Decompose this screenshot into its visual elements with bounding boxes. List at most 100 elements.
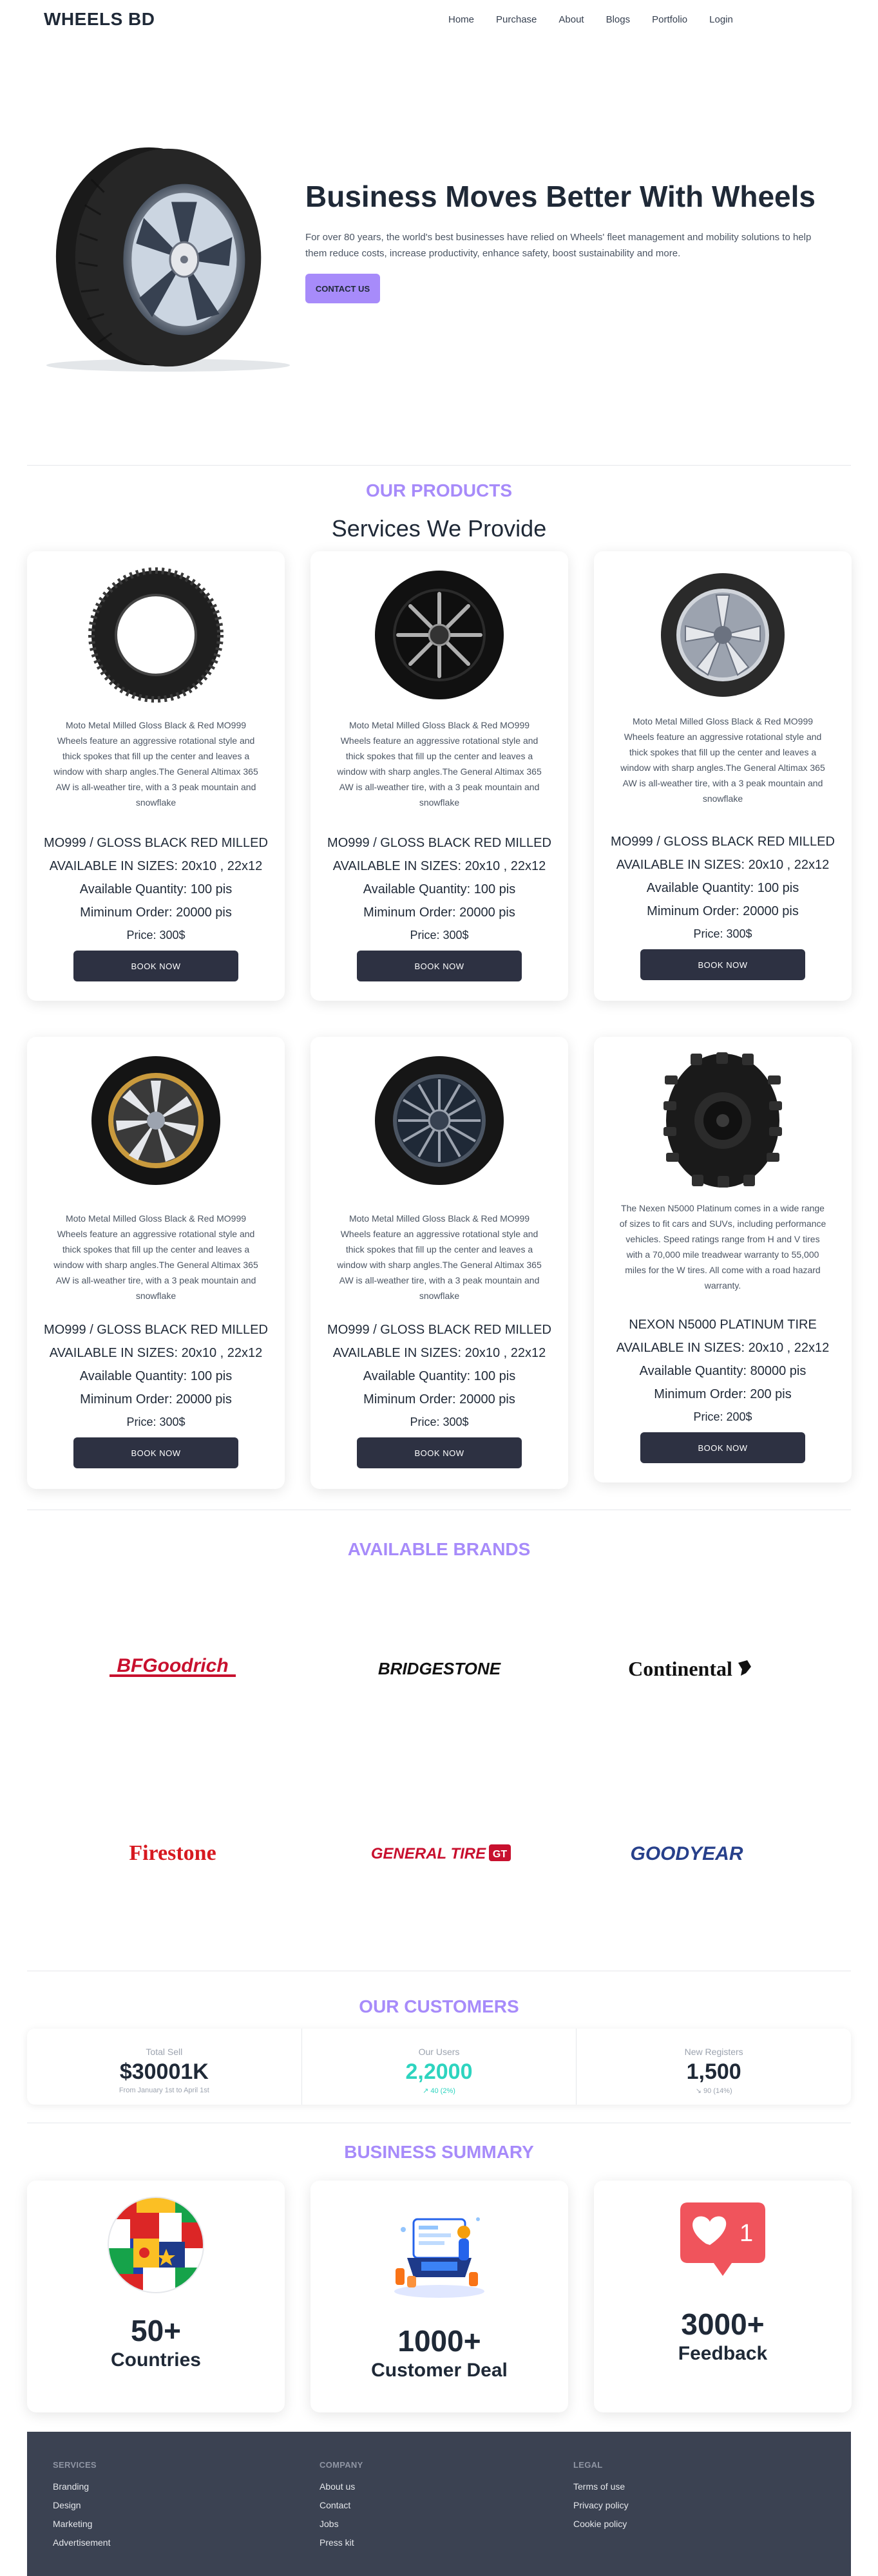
footer-title: COMPANY xyxy=(320,2460,363,2470)
product-quantity: Available Quantity: 100 pis xyxy=(363,1369,516,1383)
goodyear-logo: GOODYEAR xyxy=(630,1843,743,1864)
brand-logo-continental: Continental xyxy=(609,1649,764,1687)
summary-number: 1000+ xyxy=(397,2324,481,2358)
product-quantity: Available Quantity: 100 pis xyxy=(79,882,233,896)
book-now-button[interactable]: BOOK NOW xyxy=(73,1437,238,1468)
stat-description: ↘︎ 90 (14%) xyxy=(695,2087,732,2095)
footer-link-contact[interactable]: Contact xyxy=(320,2500,363,2510)
svg-text:BFGoodrich: BFGoodrich xyxy=(117,1655,228,1676)
flag-globe-icon xyxy=(108,2197,204,2293)
product-min-order: Minimum Order: 200 pis xyxy=(654,1387,792,1401)
continental-logo: Continental xyxy=(628,1657,751,1680)
footer-title: SERVICES xyxy=(53,2460,97,2470)
stat-description: From January 1st to April 1st xyxy=(119,2087,209,2094)
product-description: Moto Metal Milled Gloss Black & Red MO99… xyxy=(337,1213,542,1301)
summary-number: 3000+ xyxy=(681,2307,765,2341)
product-min-order: Miminum Order: 20000 pis xyxy=(647,904,799,918)
product-quantity: Available Quantity: 80000 pis xyxy=(639,1364,806,1378)
footer-column-company: COMPANY About us Contact Jobs Press kit xyxy=(320,2460,363,2556)
summary-label: Countries xyxy=(110,2349,201,2371)
footer-link-jobs[interactable]: Jobs xyxy=(320,2519,363,2529)
product-sizes: AVAILABLE IN SIZES: 20x10 , 22x12 xyxy=(49,859,263,873)
summary-label: Feedback xyxy=(678,2343,768,2364)
product-price: Price: 300$ xyxy=(410,929,469,942)
site-logo[interactable]: WHEELS BD xyxy=(44,9,155,30)
svg-text:BRIDGESTONE: BRIDGESTONE xyxy=(378,1659,501,1678)
stat-new-registers: New Registers 1,500 ↘︎ 90 (14%) xyxy=(576,2029,851,2105)
nav-link-login[interactable]: Login xyxy=(709,14,733,25)
section-divider xyxy=(27,465,851,466)
footer-link-cookie-policy[interactable]: Cookie policy xyxy=(573,2519,629,2529)
svg-text:GT: GT xyxy=(493,1849,507,1860)
nav-menu: Home Purchase About Blogs Portfolio Logi… xyxy=(448,14,755,25)
brands-heading: AVAILABLE BRANDS xyxy=(347,1539,531,1559)
footer-link-about-us[interactable]: About us xyxy=(320,2481,363,2492)
footer-link-advertisement[interactable]: Advertisement xyxy=(53,2537,110,2548)
nav-link-blogs[interactable]: Blogs xyxy=(606,14,631,25)
nav-link-about[interactable]: About xyxy=(558,14,584,25)
stat-value: 1,500 xyxy=(686,2060,741,2084)
hero-description: For over 80 years, the world's best busi… xyxy=(305,232,812,259)
footer-link-design[interactable]: Design xyxy=(53,2500,110,2510)
brand-logo-firestone: Firestone xyxy=(95,1833,250,1871)
footer-link-marketing[interactable]: Marketing xyxy=(53,2519,110,2529)
product-price: Price: 300$ xyxy=(693,927,752,940)
stat-total-sell: Total Sell $30001K From January 1st to A… xyxy=(27,2029,301,2105)
book-now-button[interactable]: BOOK NOW xyxy=(357,1437,522,1468)
customers-heading: OUR CUSTOMERS xyxy=(359,1996,519,2016)
product-sizes: AVAILABLE IN SIZES: 20x10 , 22x12 xyxy=(616,858,830,872)
brand-logo-bfgoodrich: BFGoodrich xyxy=(95,1649,250,1687)
nav-link-purchase[interactable]: Purchase xyxy=(496,14,537,25)
footer-title: LEGAL xyxy=(573,2460,603,2470)
product-name: MO999 / GLOSS BLACK RED MILLED xyxy=(44,1323,268,1337)
stat-our-users: Our Users 2,2000 ↗︎ 40 (2%) xyxy=(301,2029,577,2105)
product-description: The Nexen N5000 Platinum comes in a wide… xyxy=(619,1203,826,1291)
footer-link-privacy-policy[interactable]: Privacy policy xyxy=(573,2500,629,2510)
product-description: Moto Metal Milled Gloss Black & Red MO99… xyxy=(53,1213,258,1301)
product-name: MO999 / GLOSS BLACK RED MILLED xyxy=(611,835,835,849)
hero-title: Business Moves Better With Wheels xyxy=(305,180,816,213)
footer-column-legal: LEGAL Terms of use Privacy policy Cookie… xyxy=(573,2460,629,2537)
navbar: WHEELS BD Home Purchase About Blogs Port… xyxy=(0,0,878,41)
product-sizes: AVAILABLE IN SIZES: 20x10 , 22x12 xyxy=(616,1341,830,1355)
brand-logo-bridgestone: BRIDGESTONE xyxy=(362,1649,517,1687)
svg-text:1: 1 xyxy=(740,2220,753,2247)
product-price: Price: 200$ xyxy=(693,1410,752,1423)
services-heading: Services We Provide xyxy=(331,515,547,542)
product-card: Moto Metal Milled Gloss Black & Red MO99… xyxy=(594,551,852,1001)
footer-link-terms-of-use[interactable]: Terms of use xyxy=(573,2481,629,2492)
product-description: Moto Metal Milled Gloss Black & Red MO99… xyxy=(620,716,825,804)
nav-link-portfolio[interactable]: Portfolio xyxy=(652,14,687,25)
product-quantity: Available Quantity: 100 pis xyxy=(646,881,799,895)
product-description: Moto Metal Milled Gloss Black & Red MO99… xyxy=(337,720,542,808)
product-min-order: Miminum Order: 20000 pis xyxy=(80,905,232,920)
product-quantity: Available Quantity: 100 pis xyxy=(363,882,516,896)
product-quantity: Available Quantity: 100 pis xyxy=(79,1369,233,1383)
footer-link-branding[interactable]: Branding xyxy=(53,2481,110,2492)
firestone-logo: Firestone xyxy=(129,1841,216,1865)
product-min-order: Miminum Order: 20000 pis xyxy=(80,1392,232,1406)
book-now-button[interactable]: BOOK NOW xyxy=(73,951,238,981)
brand-logo-general-tire: GENERAL TIRE GT xyxy=(362,1833,517,1871)
products-heading: OUR PRODUCTS xyxy=(365,480,513,500)
hero-tire-image xyxy=(46,147,291,372)
stat-title: Our Users xyxy=(418,2047,460,2057)
product-price: Price: 300$ xyxy=(410,1416,469,1428)
svg-text:Firestone: Firestone xyxy=(129,1841,216,1865)
product-name: NEXON N5000 PLATINUM TIRE xyxy=(629,1318,817,1332)
stat-title: New Registers xyxy=(684,2047,743,2057)
book-now-button[interactable]: BOOK NOW xyxy=(640,1432,805,1463)
contact-us-button[interactable]: CONTACT US xyxy=(305,274,380,303)
product-image-tire xyxy=(661,573,785,697)
book-now-button[interactable]: BOOK NOW xyxy=(357,951,522,981)
business-deal-icon xyxy=(394,2217,484,2298)
product-image-tire xyxy=(88,567,224,703)
stat-value: 2,2000 xyxy=(405,2060,473,2084)
nav-link-home[interactable]: Home xyxy=(448,14,474,25)
product-card: The Nexen N5000 Platinum comes in a wide… xyxy=(594,1037,852,1482)
summary-label: Customer Deal xyxy=(371,2360,508,2381)
book-now-button[interactable]: BOOK NOW xyxy=(640,949,805,980)
stat-value: $30001K xyxy=(119,2060,209,2084)
footer-link-press-kit[interactable]: Press kit xyxy=(320,2537,363,2548)
bfgoodrich-logo: BFGoodrich xyxy=(110,1655,236,1677)
